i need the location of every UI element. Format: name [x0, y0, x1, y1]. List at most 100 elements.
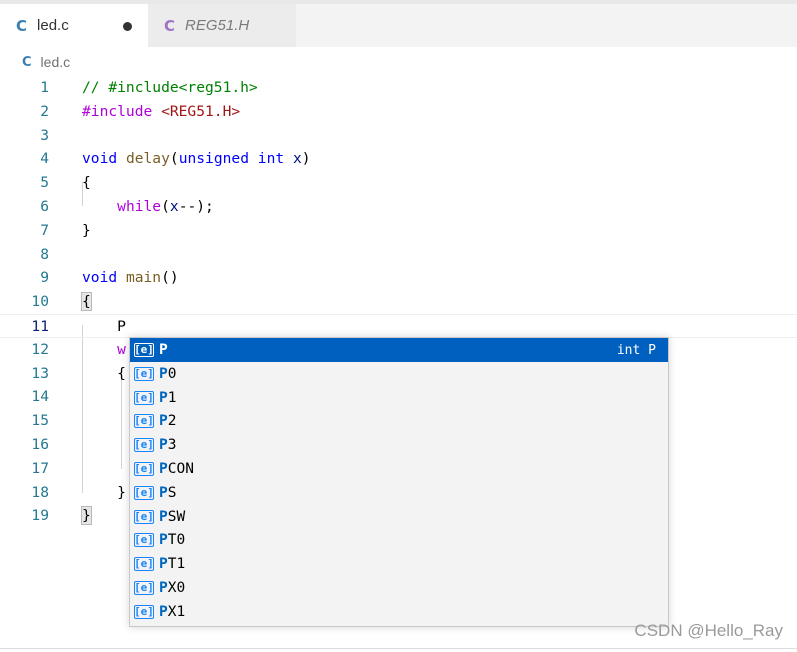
suggestion-item[interactable]: [e] P1 — [130, 386, 668, 410]
code-token: main — [125, 269, 162, 286]
code-line[interactable]: 2 #include <REG51.H> — [0, 100, 797, 124]
code-token: { — [82, 365, 126, 382]
line-number: 13 — [31, 365, 49, 382]
suggestion-label: PX1 — [159, 604, 186, 620]
code-line[interactable]: 11 P — [0, 314, 797, 338]
line-number: 12 — [31, 341, 49, 358]
code-token: int — [257, 150, 285, 167]
suggestion-item[interactable]: [e] PCON — [130, 457, 668, 481]
tab-label: led.c — [37, 17, 69, 34]
code-text[interactable]: while(x--); — [82, 195, 214, 219]
variable-icon: [e] — [134, 438, 154, 452]
suggestion-label: PX0 — [159, 580, 186, 596]
line-number: 10 — [31, 293, 49, 310]
code-token: () — [161, 269, 179, 286]
code-token: void — [82, 150, 118, 167]
tab-reg51-h[interactable]: C REG51.H — [148, 4, 296, 47]
code-token: ( — [161, 198, 170, 215]
code-token: { — [81, 292, 92, 311]
code-line[interactable]: 1 // #include<reg51.h> — [0, 76, 797, 100]
suggestion-type-detail: int P — [616, 342, 656, 358]
code-token: w — [117, 341, 126, 358]
code-token: void — [82, 269, 118, 286]
c-file-icon: C — [16, 16, 28, 35]
suggestion-item[interactable]: [e] PS — [130, 481, 668, 505]
suggestion-item[interactable]: [e] PX1 — [130, 600, 668, 624]
variable-icon: [e] — [134, 391, 154, 405]
code-token: while — [117, 198, 162, 215]
code-token: #include — [82, 103, 162, 120]
variable-icon: [e] — [134, 462, 154, 476]
code-text[interactable]: { — [82, 362, 126, 386]
c-file-icon: C — [22, 54, 32, 70]
suggestion-label: PT0 — [159, 532, 186, 548]
line-number: 16 — [31, 436, 49, 453]
tab-label: REG51.H — [185, 17, 250, 34]
suggestion-item[interactable]: [e] PT1 — [130, 552, 668, 576]
code-token: ( — [169, 150, 179, 167]
code-line[interactable]: 6 while(x--); — [0, 195, 797, 219]
variable-icon: [e] — [134, 414, 154, 428]
variable-icon: [e] — [134, 581, 154, 595]
suggestion-item[interactable]: [e] PT0 — [130, 528, 668, 552]
line-number: 14 — [31, 388, 49, 405]
line-number: 2 — [40, 103, 49, 120]
code-token: x — [292, 150, 302, 167]
suggestion-label: P3 — [159, 437, 177, 453]
unsaved-dot-icon[interactable] — [123, 22, 132, 31]
code-token: x — [169, 198, 179, 215]
code-text[interactable]: w — [82, 338, 126, 362]
code-text[interactable]: } — [82, 219, 91, 243]
code-line[interactable]: 4 void delay(unsigned int x) — [0, 147, 797, 171]
code-text[interactable]: } — [81, 504, 92, 528]
suggestion-item[interactable]: [e] Pint P — [130, 338, 668, 362]
line-number: 11 — [31, 318, 49, 335]
code-line[interactable]: 9 void main() — [0, 266, 797, 290]
code-line[interactable]: 3 — [0, 124, 797, 148]
suggestion-label: PS — [159, 485, 177, 501]
suggestion-item[interactable]: [e] P2 — [130, 409, 668, 433]
suggestion-item[interactable]: [e] P0 — [130, 362, 668, 386]
breadcrumb-file[interactable]: led.c — [41, 54, 71, 70]
code-line[interactable]: 5{ — [0, 171, 797, 195]
suggestion-label: P1 — [159, 390, 177, 406]
line-number: 18 — [31, 484, 49, 501]
code-line[interactable]: 8 — [0, 243, 797, 267]
code-line[interactable]: 10 { — [0, 290, 797, 314]
variable-icon: [e] — [134, 486, 154, 500]
line-number: 19 — [31, 507, 49, 524]
code-token: } — [82, 222, 91, 239]
code-text[interactable]: // #include<reg51.h> — [82, 76, 258, 100]
line-number: 3 — [40, 127, 49, 144]
code-text[interactable]: } — [82, 481, 126, 505]
suggestion-label: PT1 — [159, 556, 186, 572]
tab-led-c[interactable]: C led.c — [0, 4, 148, 47]
code-token: unsigned — [178, 150, 249, 167]
suggestion-label: PCON — [159, 461, 194, 477]
suggestion-item[interactable]: [e] PSW — [130, 505, 668, 529]
code-token: --); — [178, 198, 214, 215]
code-token: delay — [125, 150, 170, 167]
code-text[interactable]: void delay(unsigned int x) — [82, 147, 311, 171]
variable-icon: [e] — [134, 605, 154, 619]
code-text[interactable]: #include <REG51.H> — [82, 100, 240, 124]
code-token: } — [81, 506, 92, 525]
suggestion-label: P2 — [159, 413, 177, 429]
code-text[interactable]: P — [82, 315, 126, 339]
code-line[interactable]: 7} — [0, 219, 797, 243]
breadcrumb[interactable]: C led.c — [22, 51, 70, 73]
code-text[interactable]: { — [81, 290, 92, 314]
c-header-file-icon: C — [164, 16, 176, 35]
code-text[interactable]: void main() — [82, 266, 179, 290]
variable-icon: [e] — [134, 367, 154, 381]
code-token: P — [82, 318, 126, 335]
variable-icon: [e] — [134, 557, 154, 571]
suggest-widget[interactable]: [e] Pint P [e] P0 [e] P1 [e] P2 [e] P3 [e] PCON [e] P… — [129, 337, 669, 627]
suggestion-item[interactable]: [e] PX0 — [130, 576, 668, 600]
code-text[interactable]: { — [82, 171, 91, 195]
suggestion-item[interactable]: [e] P3 — [130, 433, 668, 457]
